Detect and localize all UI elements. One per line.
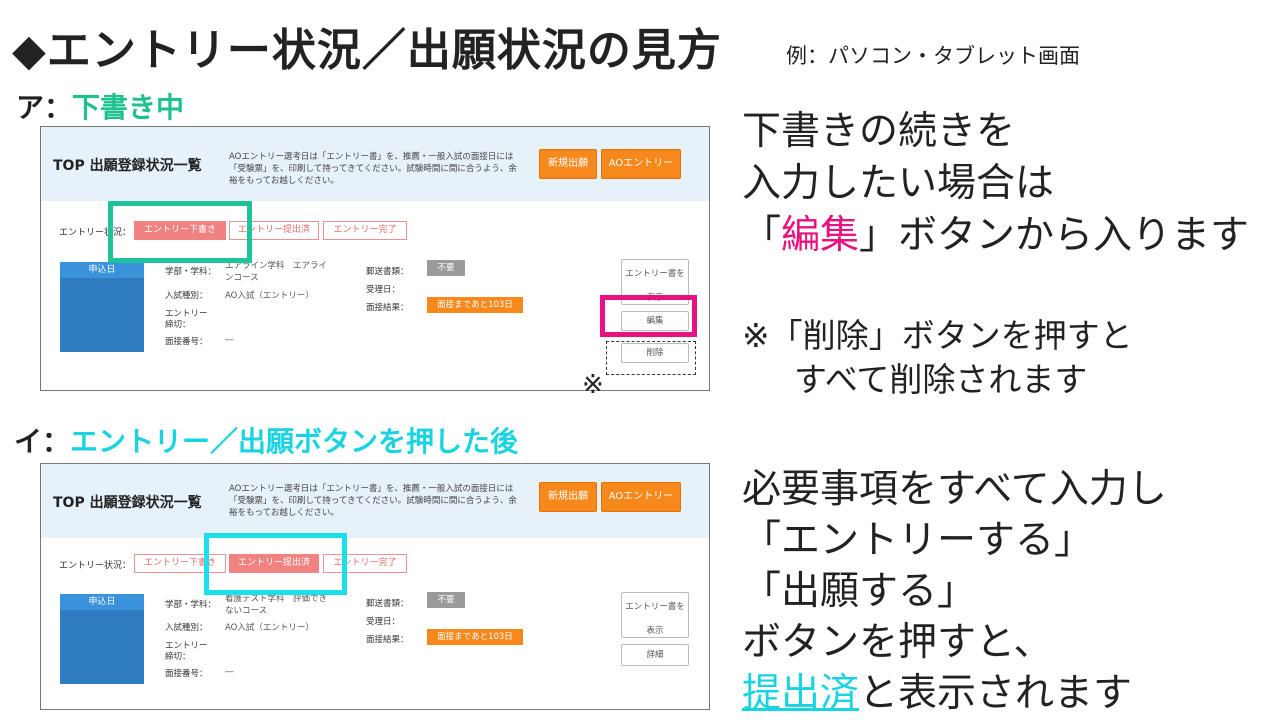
mail-docs-key: 郵送書類： xyxy=(366,599,409,609)
exam-type-key: 入試種別： xyxy=(165,291,208,301)
section-b-heading: イ：エントリー／出願ボタンを押した後 xyxy=(14,420,518,460)
ao-entry-button[interactable]: AOエントリー xyxy=(601,149,681,179)
show-entry-form-label-2: 表示 xyxy=(646,293,664,303)
draft-explanation-line2: 入力したい場合は xyxy=(742,161,1055,206)
step-entry-draft: エントリー下書き xyxy=(134,221,226,240)
section-a-label: 下書き中 xyxy=(72,91,185,124)
entry-status-row: エントリー状況： エントリー下書き エントリー提出済 エントリー完了 xyxy=(41,552,709,576)
application-date-label: 申込日 xyxy=(60,594,144,610)
interview-number-value: ― xyxy=(225,667,234,677)
application-date-label: 申込日 xyxy=(60,262,144,278)
show-entry-form-label-1: エントリー書を xyxy=(625,602,685,612)
faculty-value-line1: エアライン学科 エアライ xyxy=(225,261,328,271)
interview-number-key: 面接番号： xyxy=(165,337,208,347)
screenshot-panel-submitted: TOP 出願登録状況一覧 AOエントリー選考日は「エントリー書」を、推薦・一般入… xyxy=(40,463,710,710)
ao-entry-button[interactable]: AOエントリー xyxy=(601,482,681,512)
show-entry-form-button[interactable]: エントリー書を 表示 xyxy=(621,259,689,305)
faculty-value-line2: ないコース xyxy=(225,606,268,616)
new-application-button[interactable]: 新規出願 xyxy=(539,149,597,179)
submitted-explanation-line5-rest: と表示されます xyxy=(859,671,1133,716)
mail-docs-badge: 不要 xyxy=(427,260,465,276)
open-bracket: 「 xyxy=(742,213,782,258)
panel-title: TOP 出願登録状況一覧 xyxy=(53,495,202,511)
show-entry-form-button[interactable]: エントリー書を 表示 xyxy=(621,592,689,638)
page-title: ◆エントリー状況／出願状況の見方 xyxy=(12,25,722,76)
submitted-explanation-line5: 提出済と表示されます xyxy=(742,668,1167,719)
panel-notice: AOエントリー選考日は「エントリー書」を、推薦・一般入試の面接日には「受験票」を… xyxy=(229,484,517,518)
exam-type-value: AO入試（エントリー） xyxy=(225,623,314,633)
page-subtitle: 例：パソコン・タブレット画面 xyxy=(786,44,1080,68)
step-entry-submitted: エントリー提出済 xyxy=(229,221,319,240)
interview-result-key: 面接結果： xyxy=(366,303,409,313)
panel-title: TOP 出願登録状況一覧 xyxy=(53,158,202,174)
delete-button[interactable]: 削除 xyxy=(621,343,689,363)
edit-button[interactable]: 編集 xyxy=(621,311,689,331)
draft-explanation-line1: 下書きの続きを xyxy=(742,109,1016,154)
entry-status-row: エントリー状況： エントリー下書き エントリー提出済 エントリー完了 xyxy=(41,219,709,243)
interview-result-key: 面接結果： xyxy=(366,635,409,645)
entry-deadline-key-2: 締切： xyxy=(165,320,191,330)
application-date-box: 申込日 xyxy=(60,262,144,352)
interview-countdown-badge: 面接まであと103日 xyxy=(427,297,523,313)
submitted-explanation-line2: 「エントリーする」 xyxy=(742,518,1094,563)
panel-header: TOP 出願登録状況一覧 AOエントリー選考日は「エントリー書」を、推薦・一般入… xyxy=(41,127,709,201)
section-b-label: エントリー／出願ボタンを押した後 xyxy=(70,425,519,458)
mail-docs-key: 郵送書類： xyxy=(366,267,409,277)
entry-status-label: エントリー状況： xyxy=(59,228,132,238)
interview-number-key: 面接番号： xyxy=(165,669,208,679)
edit-keyword: 編集 xyxy=(781,213,860,258)
section-a-prefix: ア： xyxy=(16,91,73,124)
submitted-explanation: 必要事項をすべて入力し 「エントリーする」 「出願する」 ボタンを押すと、 提出… xyxy=(742,464,1167,719)
interview-countdown-badge: 面接まであと103日 xyxy=(427,629,523,645)
show-entry-form-label-2: 表示 xyxy=(646,626,664,636)
section-a-heading: ア：下書き中 xyxy=(16,86,184,126)
delete-note-line1: ※「削除」ボタンを押すと xyxy=(742,316,1133,355)
application-date-box: 申込日 xyxy=(60,594,144,684)
section-b-prefix: イ： xyxy=(14,425,71,458)
received-date-key: 受理日： xyxy=(366,285,401,295)
submitted-explanation-line3: 「出願する」 xyxy=(742,569,977,614)
delete-note: ※「削除」ボタンを押すと すべて削除されます xyxy=(742,314,1133,402)
draft-explanation: 下書きの続きを 入力したい場合は 「編集」ボタンから入ります xyxy=(742,106,1249,262)
exam-type-value: AO入試（エントリー） xyxy=(225,291,314,301)
faculty-key: 学部・学科： xyxy=(165,267,217,277)
delete-note-line2: すべて削除されます xyxy=(794,360,1088,399)
step-entry-complete: エントリー完了 xyxy=(323,554,407,573)
kome-mark: ※ xyxy=(582,370,604,400)
faculty-value-line2: ンコース xyxy=(225,273,259,283)
draft-explanation-line3-rest: 」ボタンから入ります xyxy=(859,213,1250,258)
submitted-explanation-line4: ボタンを押すと、 xyxy=(742,620,1053,665)
submitted-explanation-line1: 必要事項をすべて入力し xyxy=(742,467,1167,512)
new-application-button[interactable]: 新規出願 xyxy=(539,482,597,512)
submitted-keyword: 提出済 xyxy=(742,671,860,716)
faculty-key: 学部・学科： xyxy=(165,600,217,610)
show-entry-form-label-1: エントリー書を xyxy=(625,269,685,279)
mail-docs-badge: 不要 xyxy=(427,592,465,608)
step-entry-draft: エントリー下書き xyxy=(134,554,226,573)
panel-header: TOP 出願登録状況一覧 AOエントリー選考日は「エントリー書」を、推薦・一般入… xyxy=(41,464,709,538)
received-date-key: 受理日： xyxy=(366,617,401,627)
entry-status-label: エントリー状況： xyxy=(59,561,132,571)
step-entry-submitted: エントリー提出済 xyxy=(229,554,319,573)
detail-button[interactable]: 詳細 xyxy=(621,644,689,666)
panel-notice: AOエントリー選考日は「エントリー書」を、推薦・一般入試の面接日には「受験票」を… xyxy=(229,152,517,186)
entry-deadline-key-2: 締切： xyxy=(165,652,191,662)
screenshot-panel-draft: TOP 出願登録状況一覧 AOエントリー選考日は「エントリー書」を、推薦・一般入… xyxy=(40,126,710,391)
faculty-value-line1: 看護テスト学科 評価でき xyxy=(225,594,328,604)
interview-number-value: ― xyxy=(225,335,234,345)
step-entry-complete: エントリー完了 xyxy=(323,221,407,240)
exam-type-key: 入試種別： xyxy=(165,623,208,633)
draft-explanation-line3: 「編集」ボタンから入ります xyxy=(742,210,1249,262)
